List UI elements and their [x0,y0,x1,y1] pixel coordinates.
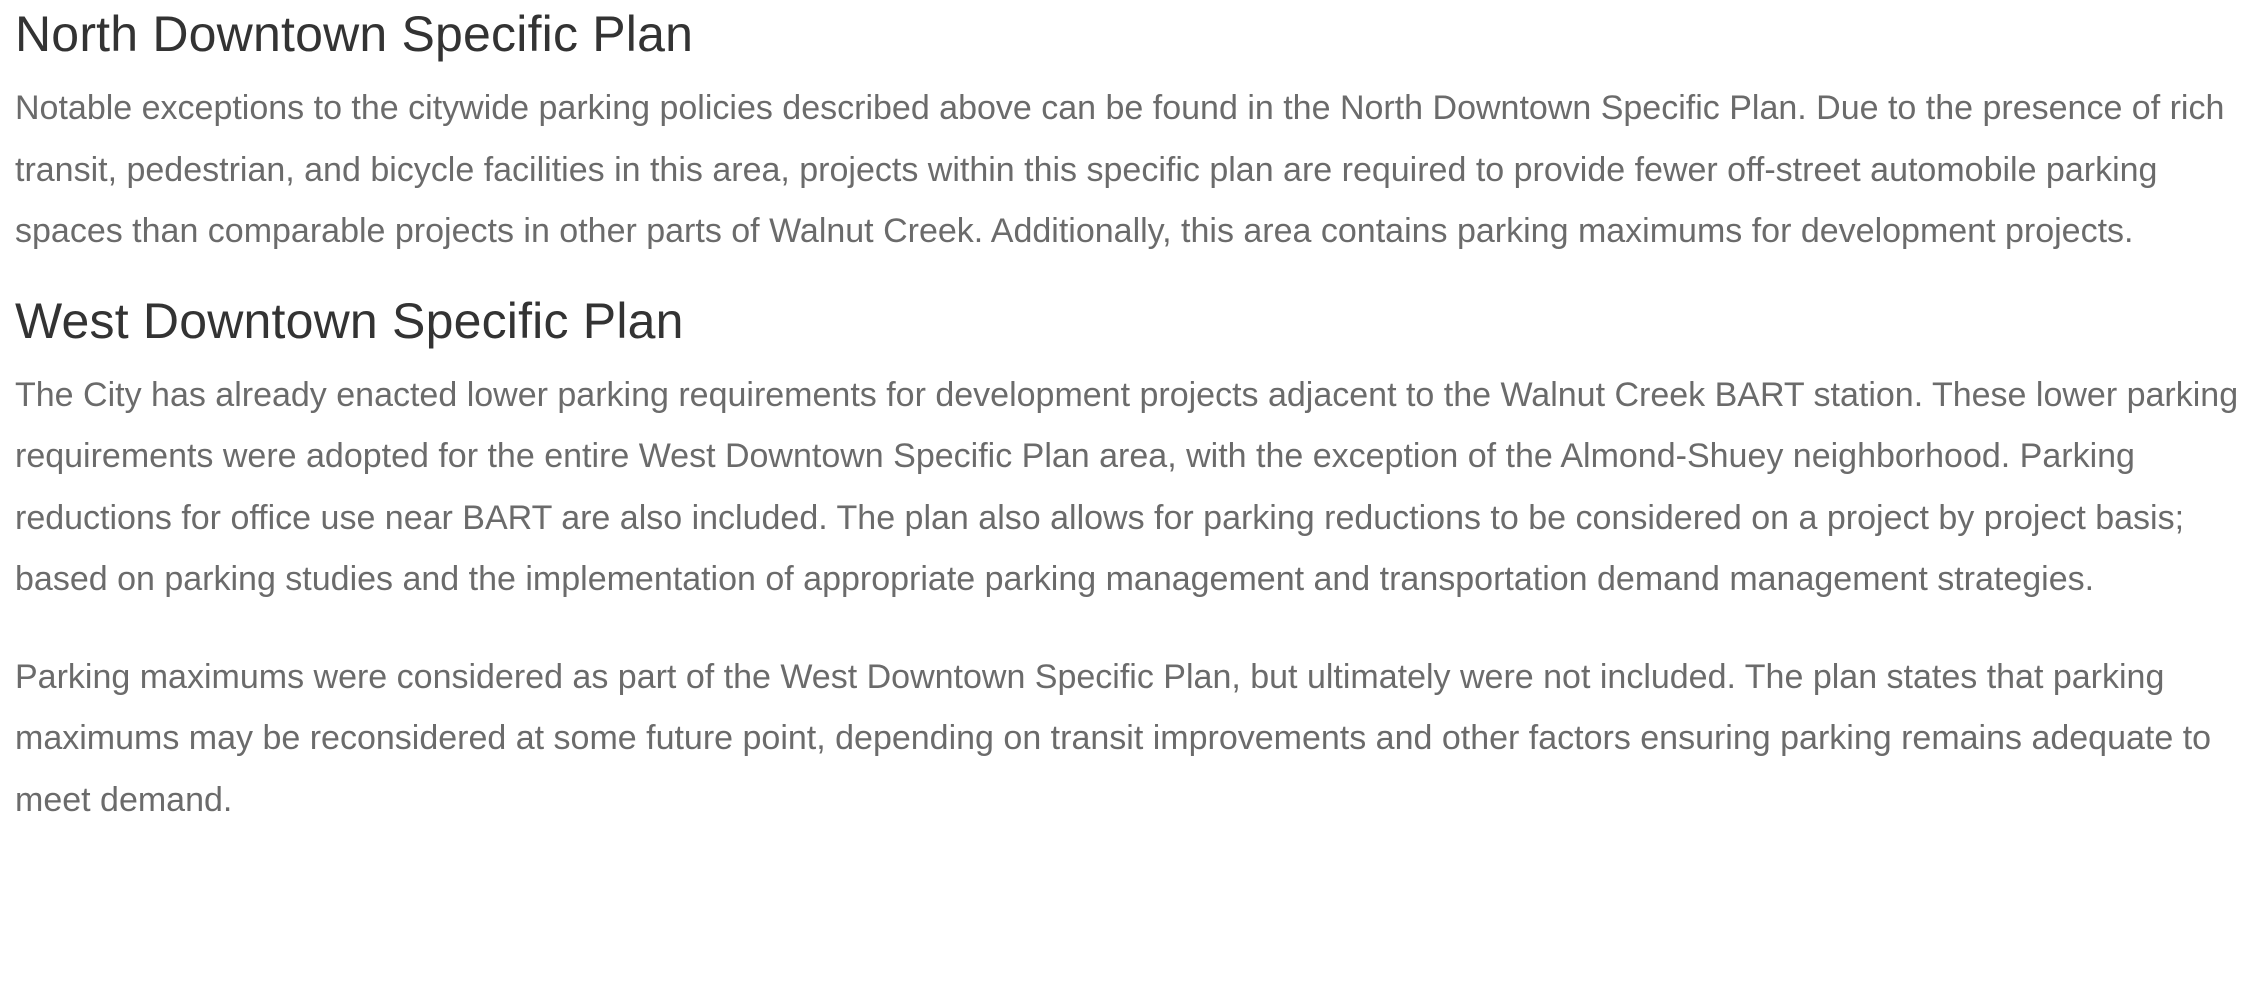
document-content: North Downtown Specific Plan Notable exc… [0,2,2240,831]
body-paragraph: The City has already enacted lower parki… [15,375,2239,599]
section-heading: North Downtown Specific Plan [15,6,694,62]
body-paragraph: Notable exceptions to the citywide parki… [15,89,2225,250]
body-paragraph: Parking maximums were considered as part… [15,657,2212,819]
section-heading: West Downtown Specific Plan [15,292,684,349]
section-north-downtown: North Downtown Specific Plan Notable exc… [15,2,2240,263]
section-west-downtown: West Downtown Specific Plan The City has… [15,289,2240,832]
